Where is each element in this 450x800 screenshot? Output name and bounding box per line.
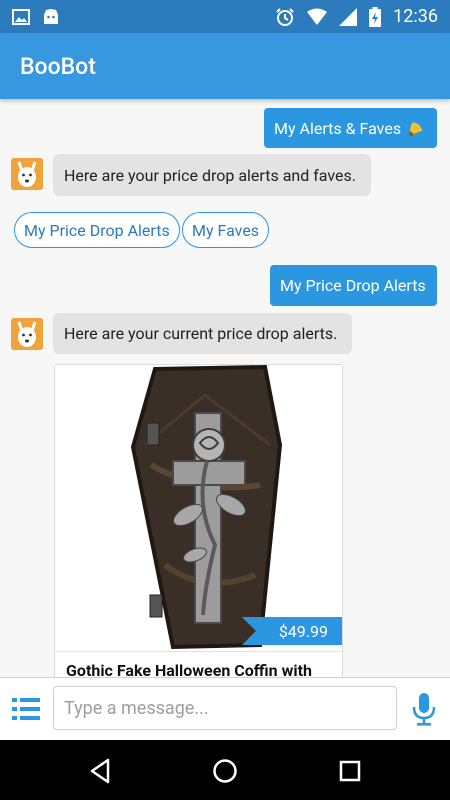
message-text: Here are your current price drop alerts. [64,324,338,343]
product-title[interactable]: Gothic Fake Halloween Coffin with [66,661,312,677]
message-input-bar [0,677,450,740]
user-message-bubble: My Alerts & Faves [264,108,437,148]
user-message-bubble: My Price Drop Alerts [270,265,437,306]
menu-list-button[interactable] [10,695,42,723]
message-text: My Alerts & Faves [274,118,402,138]
bot-message-bubble: Here are your price drop alerts and fave… [53,154,371,196]
bell-emoji-icon [406,119,424,137]
microphone-button[interactable] [410,691,438,727]
product-card[interactable]: $49.99 Gothic Fake Halloween Coffin with [54,364,343,677]
quick-reply-price-drop-alerts[interactable]: My Price Drop Alerts [14,212,180,248]
list-menu-icon [12,698,40,720]
home-circle-icon [213,759,237,783]
image-icon [12,8,30,25]
quick-reply-label: My Price Drop Alerts [24,220,170,240]
product-image [55,365,342,651]
back-button[interactable] [86,756,116,786]
back-triangle-icon [90,758,110,784]
quick-reply-my-faves[interactable]: My Faves [182,212,270,248]
bot-message-bubble: Here are your current price drop alerts. [53,313,352,354]
bot-avatar [11,158,43,190]
signal-icon [339,7,358,26]
status-time: 12:36 [393,6,438,27]
home-button[interactable] [210,756,240,786]
bot-avatar [11,318,43,350]
status-bar: 12:36 [0,0,450,33]
price-text: $49.99 [278,621,328,641]
quick-reply-label: My Faves [192,220,260,240]
price-tag: $49.99 [242,617,342,645]
divider [55,651,342,652]
android-icon [42,8,60,26]
app-title: BooBot [20,52,96,80]
chat-area[interactable]: My Alerts & Faves Here are your price dr… [0,99,450,677]
battery-icon [369,6,382,27]
microphone-icon [412,693,436,726]
message-text: My Price Drop Alerts [280,276,426,295]
recents-button[interactable] [335,756,365,786]
system-nav-bar [0,740,450,800]
wifi-icon [307,8,328,26]
app-bar: BooBot [0,33,450,99]
message-input[interactable] [53,686,397,730]
alarm-icon [275,7,295,27]
message-text: Here are your price drop alerts and fave… [64,165,356,185]
recents-square-icon [339,760,361,782]
